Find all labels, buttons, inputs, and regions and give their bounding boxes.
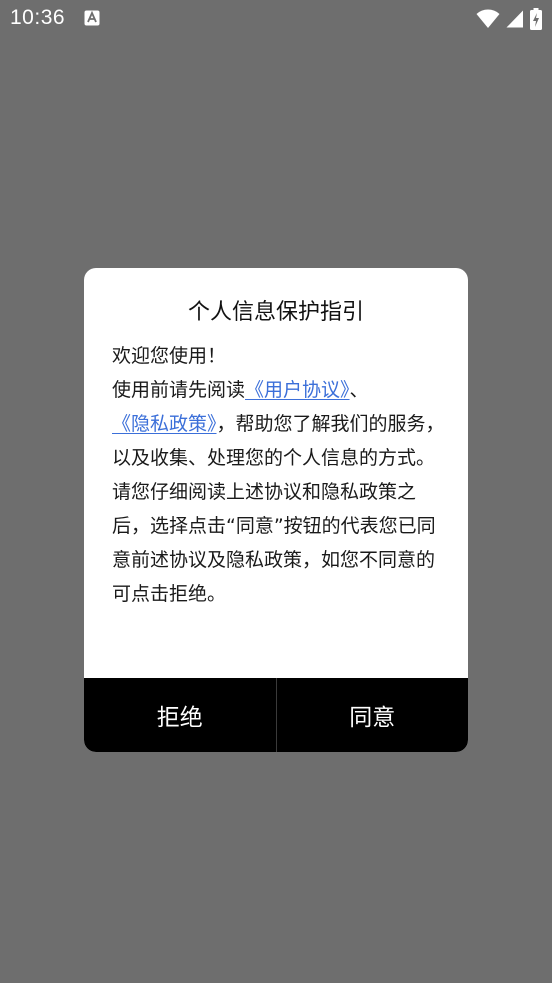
status-bar: 10:36	[0, 0, 552, 38]
user-agreement-link[interactable]: 《用户协议》	[245, 379, 350, 401]
read-prefix: 使用前请先阅读	[112, 379, 246, 401]
status-icons	[476, 8, 542, 34]
dialog-title: 个人信息保护指引	[187, 300, 364, 325]
privacy-policy-link[interactable]: 《隐私政策》	[112, 413, 217, 435]
wifi-icon	[476, 9, 500, 33]
agreement-paragraph: 使用前请先阅读《用户协议》、 《隐私政策》，帮助您了解我们的服务，以及收集、处理您…	[112, 373, 448, 475]
dialog-button-bar: 拒绝 同意	[84, 678, 468, 752]
consent-text: 请您仔细阅读上述协议和隐私政策之后，选择点击“同意”按钮的代表您已同意前述协议及…	[112, 481, 436, 605]
cell-signal-icon	[506, 10, 524, 32]
status-time: 10:36	[10, 6, 66, 29]
battery-charging-icon	[530, 8, 542, 34]
privacy-dialog: 个人信息保护指引 欢迎您使用！ 使用前请先阅读《用户协议》、 《隐私政策》，帮助您…	[84, 268, 468, 752]
welcome-text: 欢迎您使用！	[112, 345, 227, 367]
link-separator: 、	[349, 379, 369, 401]
dialog-body: 欢迎您使用！ 使用前请先阅读《用户协议》、 《隐私政策》，帮助您了解我们的服务，以…	[112, 339, 448, 611]
text-notification-icon	[84, 10, 100, 26]
agree-button[interactable]: 同意	[277, 678, 469, 752]
reject-button[interactable]: 拒绝	[84, 678, 276, 752]
